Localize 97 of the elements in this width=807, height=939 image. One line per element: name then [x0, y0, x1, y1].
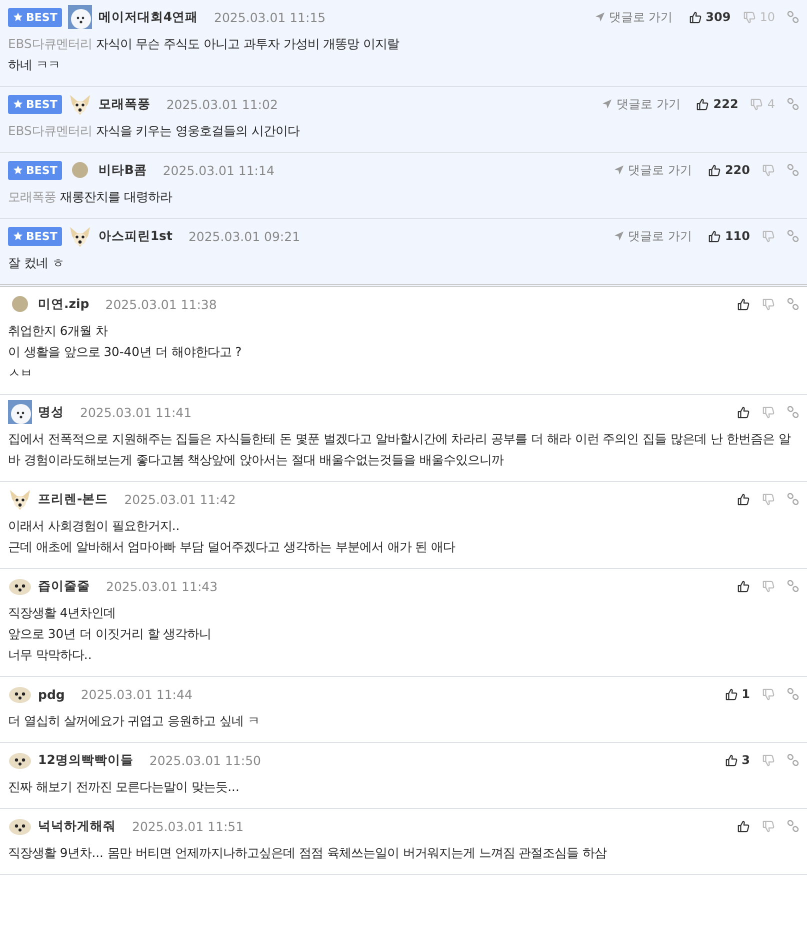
- comment-text: 하네 ㅋㅋ: [8, 58, 60, 72]
- thumbs-up-icon[interactable]: [737, 406, 750, 418]
- thumbs-down-icon[interactable]: [762, 164, 775, 176]
- thumbs-down-icon[interactable]: [762, 754, 775, 766]
- user-name[interactable]: 메이저대회4연패: [98, 8, 198, 26]
- comment-date: 2025.03.01 11:41: [80, 404, 192, 420]
- like-count: 3: [742, 753, 750, 767]
- link-icon[interactable]: [787, 820, 799, 832]
- comment-text: 재롱잔치를 대령하라: [60, 190, 172, 204]
- link-icon[interactable]: [787, 688, 799, 700]
- comment-text: 이 생활을 앞으로 30-40년 더 해야한다고 ?: [8, 345, 242, 359]
- like-count: 1: [742, 687, 750, 701]
- comment-text: 이래서 사회경험이 필요한거지..: [8, 519, 180, 533]
- comment-date: 2025.03.01 11:38: [105, 296, 217, 312]
- thumbs-down-icon[interactable]: [750, 98, 764, 110]
- user-name[interactable]: pdg: [38, 686, 65, 702]
- comment-text: 근데 애초에 알바해서 엄마아빠 부담 덜어주겠다고 생각하는 부분에서 애가 된 애다: [8, 540, 456, 554]
- thumbs-up-icon[interactable]: [724, 754, 738, 766]
- link-icon[interactable]: [787, 298, 799, 310]
- link-icon[interactable]: [787, 580, 799, 592]
- dog-avatar-icon: [68, 92, 92, 116]
- go-to-reply-link[interactable]: 댓글로 가기: [594, 8, 673, 26]
- link-icon[interactable]: [787, 493, 799, 505]
- link-icon[interactable]: [787, 754, 799, 766]
- comment-date: 2025.03.01 11:42: [124, 492, 236, 506]
- user-name[interactable]: 즙이줄줄: [38, 578, 90, 594]
- dog-avatar-icon: [68, 224, 92, 248]
- like-count: 220: [724, 163, 750, 177]
- thumbs-up-icon[interactable]: [737, 298, 750, 310]
- link-icon[interactable]: [787, 98, 799, 110]
- thumbs-up-icon[interactable]: [737, 492, 750, 506]
- dog-avatar-icon: [8, 487, 32, 511]
- send-arrow-icon: [614, 231, 624, 241]
- comment-text: 취업한지 6개월 차: [8, 324, 108, 338]
- comment-date: 2025.03.01 11:15: [214, 10, 326, 24]
- send-arrow-icon: [614, 165, 624, 175]
- dog-avatar-icon: [68, 5, 92, 29]
- thumbs-down-icon[interactable]: [762, 820, 775, 832]
- like-count: 309: [706, 10, 731, 24]
- comment-text: 앞으로 30년 더 이짓거리 할 생각하니: [8, 627, 212, 641]
- user-name[interactable]: 12명의빡빡이들: [38, 752, 134, 768]
- link-icon[interactable]: [787, 230, 799, 242]
- comment-text: 직장생활 9년차... 몸만 버티면 언제까지나하고싶은데 점점 육체쓰는일이 버거워지는게 느껴짐 관절조심들 하삼: [8, 846, 607, 860]
- go-to-reply-link[interactable]: 댓글로 가기: [614, 228, 692, 244]
- thumbs-down-icon[interactable]: [762, 406, 775, 418]
- like-count: 222: [713, 97, 738, 111]
- best-badge: BEST: [8, 8, 62, 26]
- comment-date: 2025.03.01 11:02: [166, 96, 278, 112]
- comment-date: 2025.03.01 11:43: [106, 578, 218, 594]
- comment-text: 자식이 무슨 주식도 아니고 과투자 가성비 개똥망 이지랄: [96, 37, 400, 51]
- send-arrow-icon: [594, 12, 605, 22]
- user-name[interactable]: 명성: [38, 404, 64, 420]
- user-name[interactable]: 비타B콤: [98, 162, 147, 178]
- send-arrow-icon: [602, 99, 612, 109]
- user-name[interactable]: 미연.zip: [38, 296, 90, 312]
- thumbs-down-icon[interactable]: [742, 10, 756, 24]
- link-icon[interactable]: [787, 164, 799, 176]
- best-badge: BEST: [8, 94, 62, 114]
- comment-text: 진짜 해보기 전까진 모른다는말이 맞는듯...: [8, 780, 240, 794]
- go-to-reply-link[interactable]: 댓글로 가기: [602, 96, 680, 112]
- comment-text: 자식을 키우는 영웅호걸들의 시간이다: [96, 124, 300, 138]
- dog-avatar-icon: [8, 400, 32, 424]
- thumbs-up-icon[interactable]: [688, 10, 702, 24]
- thumbs-down-icon[interactable]: [762, 230, 775, 242]
- link-icon[interactable]: [787, 11, 799, 23]
- thumbs-down-icon[interactable]: [762, 580, 775, 592]
- thumbs-down-icon[interactable]: [762, 688, 775, 700]
- comment-text: 너무 막막하다..: [8, 648, 92, 662]
- link-icon[interactable]: [787, 406, 799, 418]
- user-name[interactable]: 넉넉하게해줘: [38, 818, 116, 834]
- comment-text: 잘 컸네 ㅎ: [8, 256, 64, 270]
- dislike-count: 10: [760, 10, 775, 24]
- thumbs-up-icon[interactable]: [724, 688, 738, 700]
- comment-date: 2025.03.01 11:14: [162, 162, 274, 178]
- comment-date: 2025.03.01 09:21: [188, 228, 300, 244]
- thumbs-down-icon[interactable]: [762, 298, 775, 310]
- thumbs-up-icon[interactable]: [708, 230, 721, 242]
- user-name[interactable]: 프리렌-본드: [38, 490, 108, 508]
- thumbs-up-icon[interactable]: [708, 164, 721, 176]
- comment-date: 2025.03.01 11:44: [80, 686, 192, 702]
- thumbs-down-icon[interactable]: [762, 492, 775, 506]
- thumbs-up-icon[interactable]: [737, 820, 750, 832]
- thumbs-up-icon[interactable]: [696, 98, 710, 110]
- comment-text: 집에서 전폭적으로 지원해주는 집들은 자식들한테 돈 몇푼 벌겠다고 알바할시간에 차라리 공부를 더 해라 이런 주의인 집들 많은데 난 한번즘은 알바 경험이라도해보는게 좋다고봄 책상앞에 앉아서는 절대 배울수없는것들을 배울수있으니까: [8, 432, 790, 467]
- like-count: 110: [724, 229, 750, 243]
- comment-text: 직장생활 4년차인데: [8, 606, 116, 620]
- best-badge: BEST: [8, 160, 62, 180]
- thumbs-up-icon[interactable]: [737, 580, 750, 592]
- dislike-count: 4: [767, 97, 775, 111]
- user-name[interactable]: 모래폭풍: [98, 96, 150, 112]
- best-badge: BEST: [8, 226, 62, 246]
- go-to-reply-link[interactable]: 댓글로 가기: [614, 162, 692, 178]
- comment-date: 2025.03.01 11:50: [149, 752, 261, 768]
- comment-text: ㅅㅂ: [8, 366, 32, 380]
- comment-text: 더 열십히 살꺼에요가 귀엽고 응원하고 싶네 ㅋ: [8, 714, 260, 728]
- user-name[interactable]: 아스피린1st: [98, 228, 172, 244]
- comment-date: 2025.03.01 11:51: [132, 818, 244, 834]
